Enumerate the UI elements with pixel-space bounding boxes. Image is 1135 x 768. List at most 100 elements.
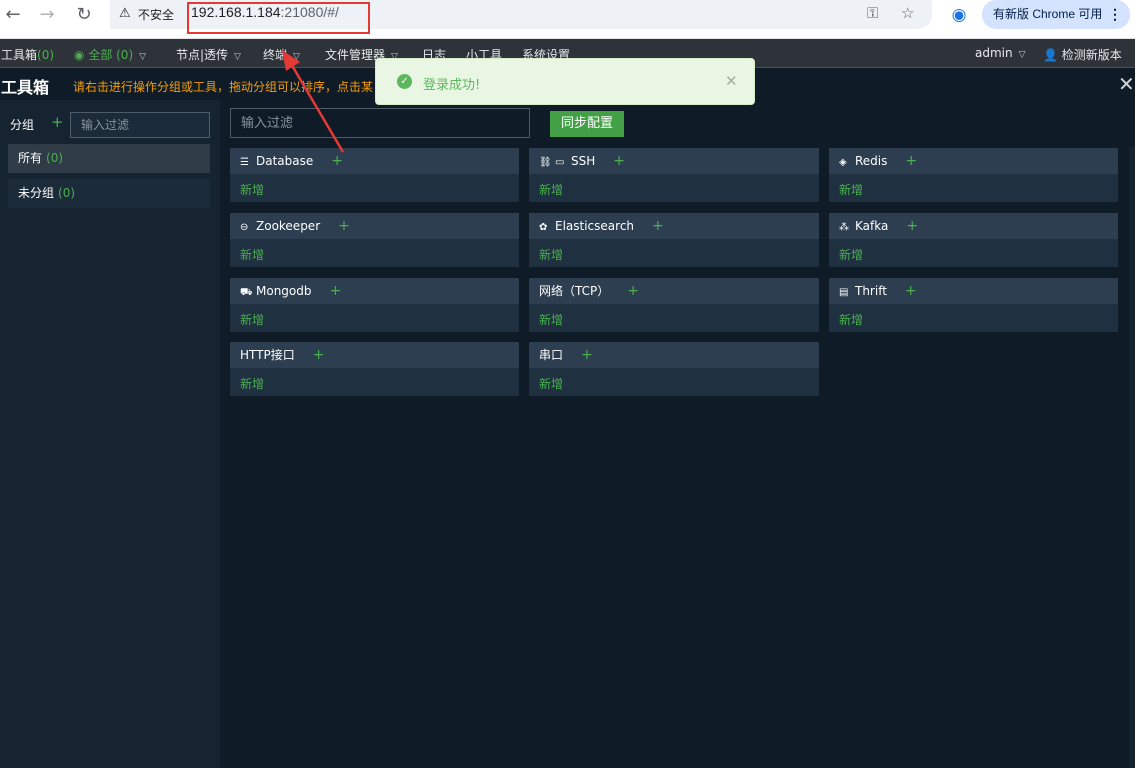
- card-header[interactable]: ⁂ Kafka +: [829, 213, 1118, 239]
- menu-check-update[interactable]: 👤 检测新版本: [1043, 46, 1122, 63]
- menu-user-label: admin: [975, 46, 1013, 60]
- menu-node-label: 节点|透传: [176, 48, 229, 62]
- card-header[interactable]: ☰ Database +: [230, 148, 519, 174]
- card-header[interactable]: ⛟ Mongodb +: [230, 278, 519, 304]
- card-title: Elasticsearch: [555, 219, 635, 233]
- tool-card-elasticsearch[interactable]: ✿ Elasticsearch + 新增: [529, 213, 819, 267]
- add-icon[interactable]: +: [338, 218, 350, 234]
- toast-close-icon[interactable]: ✕: [725, 72, 738, 90]
- sync-config-button[interactable]: 同步配置: [550, 111, 624, 137]
- key-icon[interactable]: ⚿: [867, 4, 878, 22]
- browser-toolbar: ← → ↻ ⚠ 不安全 192.168.1.184:21080/#/ ⚿ ☆ ◉…: [0, 0, 1135, 39]
- back-icon[interactable]: ←: [0, 0, 26, 29]
- user-check-icon: 👤: [1043, 48, 1058, 62]
- eye-icon: ◉: [74, 48, 85, 62]
- tool-card-serial[interactable]: 串口 + 新增: [529, 342, 819, 396]
- menu-toolbox[interactable]: 工具箱(0): [1, 46, 54, 63]
- chevron-down-icon: ▽: [139, 52, 147, 62]
- card-body: 新增: [230, 239, 519, 267]
- add-link[interactable]: 新增: [839, 246, 863, 263]
- card-header[interactable]: HTTP接口 +: [230, 342, 519, 368]
- card-header[interactable]: ⛓ ▭ SSH +: [529, 148, 819, 174]
- tool-card-zookeeper[interactable]: ⊖ Zookeeper + 新增: [230, 213, 519, 267]
- menu-node[interactable]: 节点|透传 ▽: [176, 46, 241, 63]
- add-group-icon[interactable]: +: [51, 113, 64, 131]
- add-link[interactable]: 新增: [240, 181, 264, 198]
- reload-icon[interactable]: ↻: [71, 0, 97, 29]
- update-label: 有新版 Chrome 可用: [993, 7, 1103, 21]
- warning-icon[interactable]: ⚠: [119, 6, 131, 21]
- add-icon[interactable]: +: [313, 347, 325, 363]
- tool-card-redis[interactable]: ◈ Redis + 新增: [829, 148, 1118, 202]
- menu-toolbox-label: 工具箱: [1, 48, 38, 62]
- card-header[interactable]: ⊖ Zookeeper +: [230, 213, 519, 239]
- add-icon[interactable]: +: [613, 153, 625, 169]
- card-header[interactable]: ✿ Elasticsearch +: [529, 213, 819, 239]
- redis-icon: ◈: [839, 157, 847, 168]
- group-item-label: 所有: [18, 151, 43, 165]
- kafka-icon: ⁂: [839, 222, 849, 233]
- group-item-label: 未分组: [18, 186, 55, 200]
- menu-user[interactable]: admin ▽: [975, 46, 1026, 60]
- card-body: 新增: [829, 304, 1118, 332]
- elasticsearch-icon: ✿: [539, 222, 548, 233]
- tool-card-network-tcp[interactable]: 网络（TCP） + 新增: [529, 278, 819, 332]
- card-header[interactable]: 网络（TCP） +: [529, 278, 819, 304]
- tool-card-kafka[interactable]: ⁂ Kafka + 新增: [829, 213, 1118, 267]
- add-link[interactable]: 新增: [839, 311, 863, 328]
- menu-all[interactable]: ◉ 全部 (0) ▽: [74, 46, 146, 63]
- toast-message: 登录成功!: [423, 78, 481, 93]
- profile-icon[interactable]: ◉: [946, 2, 972, 28]
- group-filter-input[interactable]: [70, 112, 210, 138]
- tool-card-thrift[interactable]: ▤ Thrift + 新增: [829, 278, 1118, 332]
- menu-dots-icon[interactable]: ⋮: [1108, 0, 1122, 29]
- group-item-ungrouped[interactable]: 未分组 (0): [8, 179, 210, 208]
- card-body: 新增: [529, 174, 819, 202]
- add-icon[interactable]: +: [906, 218, 918, 234]
- chevron-down-icon: ▽: [234, 52, 241, 62]
- star-icon[interactable]: ☆: [901, 4, 914, 22]
- add-icon[interactable]: +: [905, 153, 917, 169]
- menu-terminal-label: 终端: [263, 48, 288, 62]
- add-link[interactable]: 新增: [539, 246, 563, 263]
- close-icon[interactable]: ✕: [1118, 72, 1135, 96]
- add-icon[interactable]: +: [905, 283, 917, 299]
- add-link[interactable]: 新增: [539, 375, 563, 392]
- tool-card-ssh[interactable]: ⛓ ▭ SSH + 新增: [529, 148, 819, 202]
- chevron-down-icon: ▽: [293, 52, 300, 62]
- card-title: 网络（TCP）: [539, 284, 610, 298]
- card-header[interactable]: ◈ Redis +: [829, 148, 1118, 174]
- card-header[interactable]: ▤ Thrift +: [829, 278, 1118, 304]
- group-item-all[interactable]: 所有 (0): [8, 144, 210, 173]
- card-title: Database: [256, 154, 314, 168]
- add-icon[interactable]: +: [331, 153, 343, 169]
- chevron-down-icon: ▽: [1018, 50, 1026, 60]
- forward-icon[interactable]: →: [34, 0, 60, 29]
- tool-card-mongodb[interactable]: ⛟ Mongodb + 新增: [230, 278, 519, 332]
- scroll-track[interactable]: [1129, 147, 1135, 768]
- add-link[interactable]: 新增: [839, 181, 863, 198]
- tool-card-http[interactable]: HTTP接口 + 新增: [230, 342, 519, 396]
- card-body: 新增: [230, 304, 519, 332]
- security-label[interactable]: 不安全: [138, 6, 174, 23]
- add-link[interactable]: 新增: [240, 246, 264, 263]
- page-title: 工具箱: [1, 78, 50, 97]
- card-header[interactable]: 串口 +: [529, 342, 819, 368]
- add-icon[interactable]: +: [627, 283, 639, 299]
- add-icon[interactable]: +: [652, 218, 664, 234]
- menu-check-update-label: 检测新版本: [1061, 48, 1122, 62]
- tool-card-database[interactable]: ☰ Database + 新增: [230, 148, 519, 202]
- add-link[interactable]: 新增: [539, 311, 563, 328]
- add-link[interactable]: 新增: [240, 375, 264, 392]
- link-icon: ⛓: [539, 157, 552, 168]
- chrome-update-button[interactable]: 有新版 Chrome 可用 ⋮: [982, 0, 1130, 29]
- add-icon[interactable]: +: [581, 347, 593, 363]
- add-icon[interactable]: +: [330, 283, 342, 299]
- thrift-icon: ▤: [839, 287, 849, 298]
- group-label: 分组: [10, 118, 35, 132]
- tool-filter-input[interactable]: [230, 108, 530, 138]
- card-body: 新增: [230, 174, 519, 202]
- add-link[interactable]: 新增: [240, 311, 264, 328]
- add-link[interactable]: 新增: [539, 181, 563, 198]
- menu-terminal[interactable]: 终端 ▽: [263, 46, 300, 63]
